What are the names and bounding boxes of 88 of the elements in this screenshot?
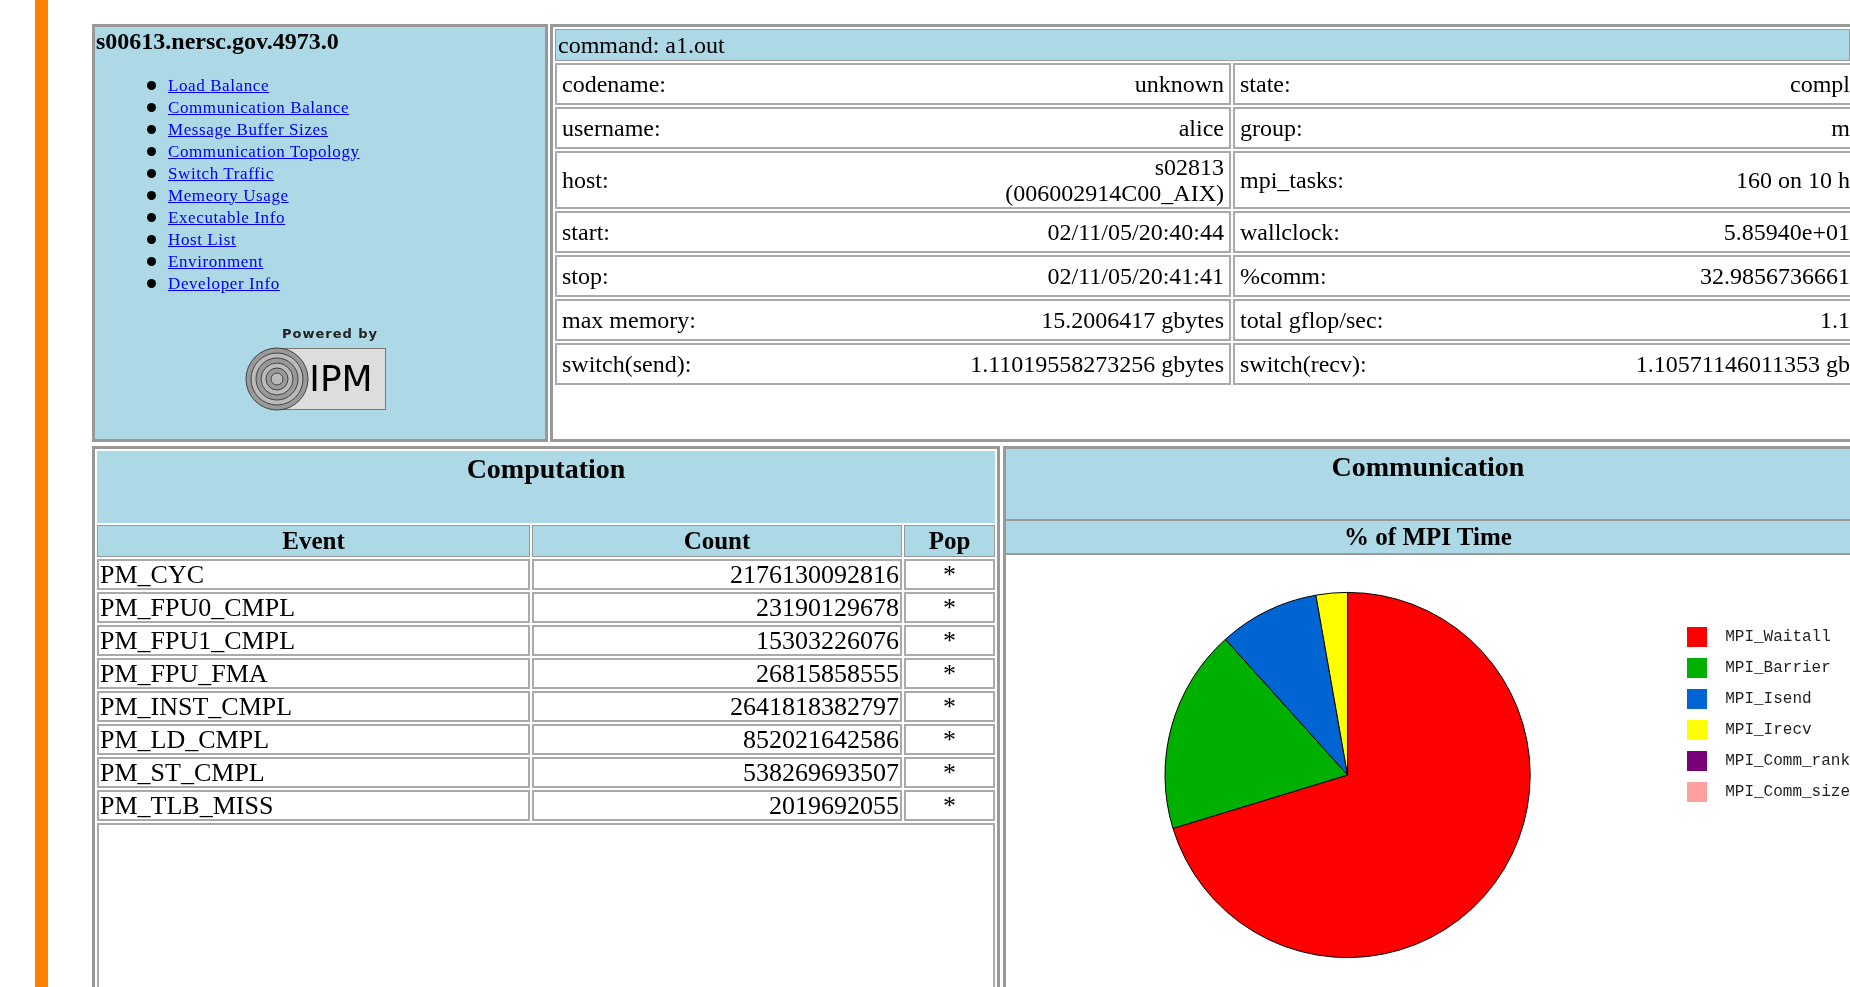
nav-link[interactable]: Developer Info [168, 273, 280, 294]
table-cell: 2176130092816 [532, 559, 902, 590]
field-value: 160 on 10 h [1736, 166, 1850, 195]
legend-label: MPI_Comm_rank [1725, 751, 1850, 772]
bullet-icon [147, 103, 156, 112]
table-cell: PM_ST_CMPL [97, 757, 530, 788]
nav-link[interactable]: Host List [168, 229, 237, 250]
field-label: %comm: [1240, 262, 1327, 291]
bullet-icon [147, 279, 156, 288]
table-cell: PM_FPU0_CMPL [97, 592, 530, 623]
field-value: m [1831, 114, 1850, 143]
command-text: command: a1.out [555, 29, 1850, 61]
table-cell: * [904, 559, 995, 590]
bullet-icon [147, 125, 156, 134]
table-cell: 23190129678 [532, 592, 902, 623]
bullet-icon [147, 213, 156, 222]
panel-title: Computation [97, 451, 995, 523]
nav-link[interactable]: Communication Topology [168, 141, 360, 162]
column-header: Count [532, 525, 902, 557]
table-cell: 2641818382797 [532, 691, 902, 722]
field-label: wallclock: [1240, 218, 1340, 247]
field-label: stop: [562, 262, 609, 291]
host-title: s00613.nersc.gov.4973.0 [95, 27, 340, 55]
field-label: start: [562, 218, 610, 247]
field-value: (006002914C00_AIX) [1005, 180, 1224, 206]
field-label: switch(send): [562, 350, 692, 379]
bullet-icon [147, 81, 156, 90]
field-value: compl [1790, 70, 1850, 99]
field-value: 1.11019558273256 gbytes [970, 351, 1224, 377]
nav-link[interactable]: Environment [168, 251, 264, 272]
chart-title: % of MPI Time [1006, 521, 1850, 555]
field-label: total gflop/sec: [1240, 306, 1384, 335]
column-header: Event [97, 525, 530, 557]
field-label: group: [1240, 114, 1303, 143]
table-cell: PM_FPU1_CMPL [97, 625, 530, 656]
table-cell: * [904, 691, 995, 722]
table-cell: 538269693507 [532, 757, 902, 788]
nav-link[interactable]: Switch Traffic [168, 163, 274, 184]
legend-label: MPI_Barrier [1725, 658, 1831, 679]
legend-label: MPI_Isend [1725, 689, 1812, 710]
field-value: 5.85940e+01 [1723, 218, 1850, 247]
bullet-icon [147, 169, 156, 178]
field-value: 02/11/05/20:40:44 [1047, 219, 1224, 245]
panel-title: Communication [1006, 449, 1850, 521]
field-value: 1.1 [1820, 306, 1850, 335]
nav-link[interactable]: Communication Balance [168, 97, 350, 118]
field-value: s02813 [1154, 154, 1224, 180]
field-label: state: [1240, 70, 1291, 99]
table-cell: * [904, 625, 995, 656]
field-value: 15.2006417 gbytes [1041, 307, 1224, 333]
column-header: Pop [904, 525, 995, 557]
table-cell: PM_TLB_MISS [97, 790, 530, 821]
nav-link[interactable]: Memeory Usage [168, 185, 289, 206]
table-cell: PM_INST_CMPL [97, 691, 530, 722]
field-label: host: [562, 166, 609, 195]
table-cell: PM_CYC [97, 559, 530, 590]
bullet-icon [147, 147, 156, 156]
field-label: username: [562, 114, 661, 143]
field-label: mpi_tasks: [1240, 166, 1344, 195]
field-label: max memory: [562, 306, 696, 335]
table-cell: 26815858555 [532, 658, 902, 689]
nav-link[interactable]: Message Buffer Sizes [168, 119, 328, 140]
field-value: 02/11/05/20:41:41 [1047, 263, 1224, 289]
bullet-icon [147, 235, 156, 244]
table-cell: * [904, 724, 995, 755]
field-value: 1.10571146011353 gb [1635, 350, 1850, 379]
table-cell: * [904, 790, 995, 821]
field-label: codename: [562, 70, 666, 99]
field-value: alice [1178, 115, 1224, 141]
powered-by-text: Powered by [281, 325, 379, 343]
field-label: switch(recv): [1240, 350, 1367, 379]
table-cell: * [904, 658, 995, 689]
nav-link[interactable]: Load Balance [168, 75, 270, 96]
field-value: 32.9856736661 [1700, 262, 1850, 291]
nav-link[interactable]: Executable Info [168, 207, 286, 228]
table-cell: 15303226076 [532, 625, 902, 656]
bullet-icon [147, 257, 156, 266]
table-cell: 2019692055 [532, 790, 902, 821]
table-cell: 852021642586 [532, 724, 902, 755]
table-cell: PM_FPU_FMA [97, 658, 530, 689]
legend-label: MPI_Irecv [1725, 720, 1812, 741]
bullet-icon [147, 191, 156, 200]
table-cell: * [904, 592, 995, 623]
legend-label: MPI_Waitall [1725, 627, 1831, 648]
table-cell: PM_LD_CMPL [97, 724, 530, 755]
legend-label: MPI_Comm_size [1725, 782, 1850, 803]
table-cell: * [904, 757, 995, 788]
field-value: unknown [1134, 71, 1224, 97]
